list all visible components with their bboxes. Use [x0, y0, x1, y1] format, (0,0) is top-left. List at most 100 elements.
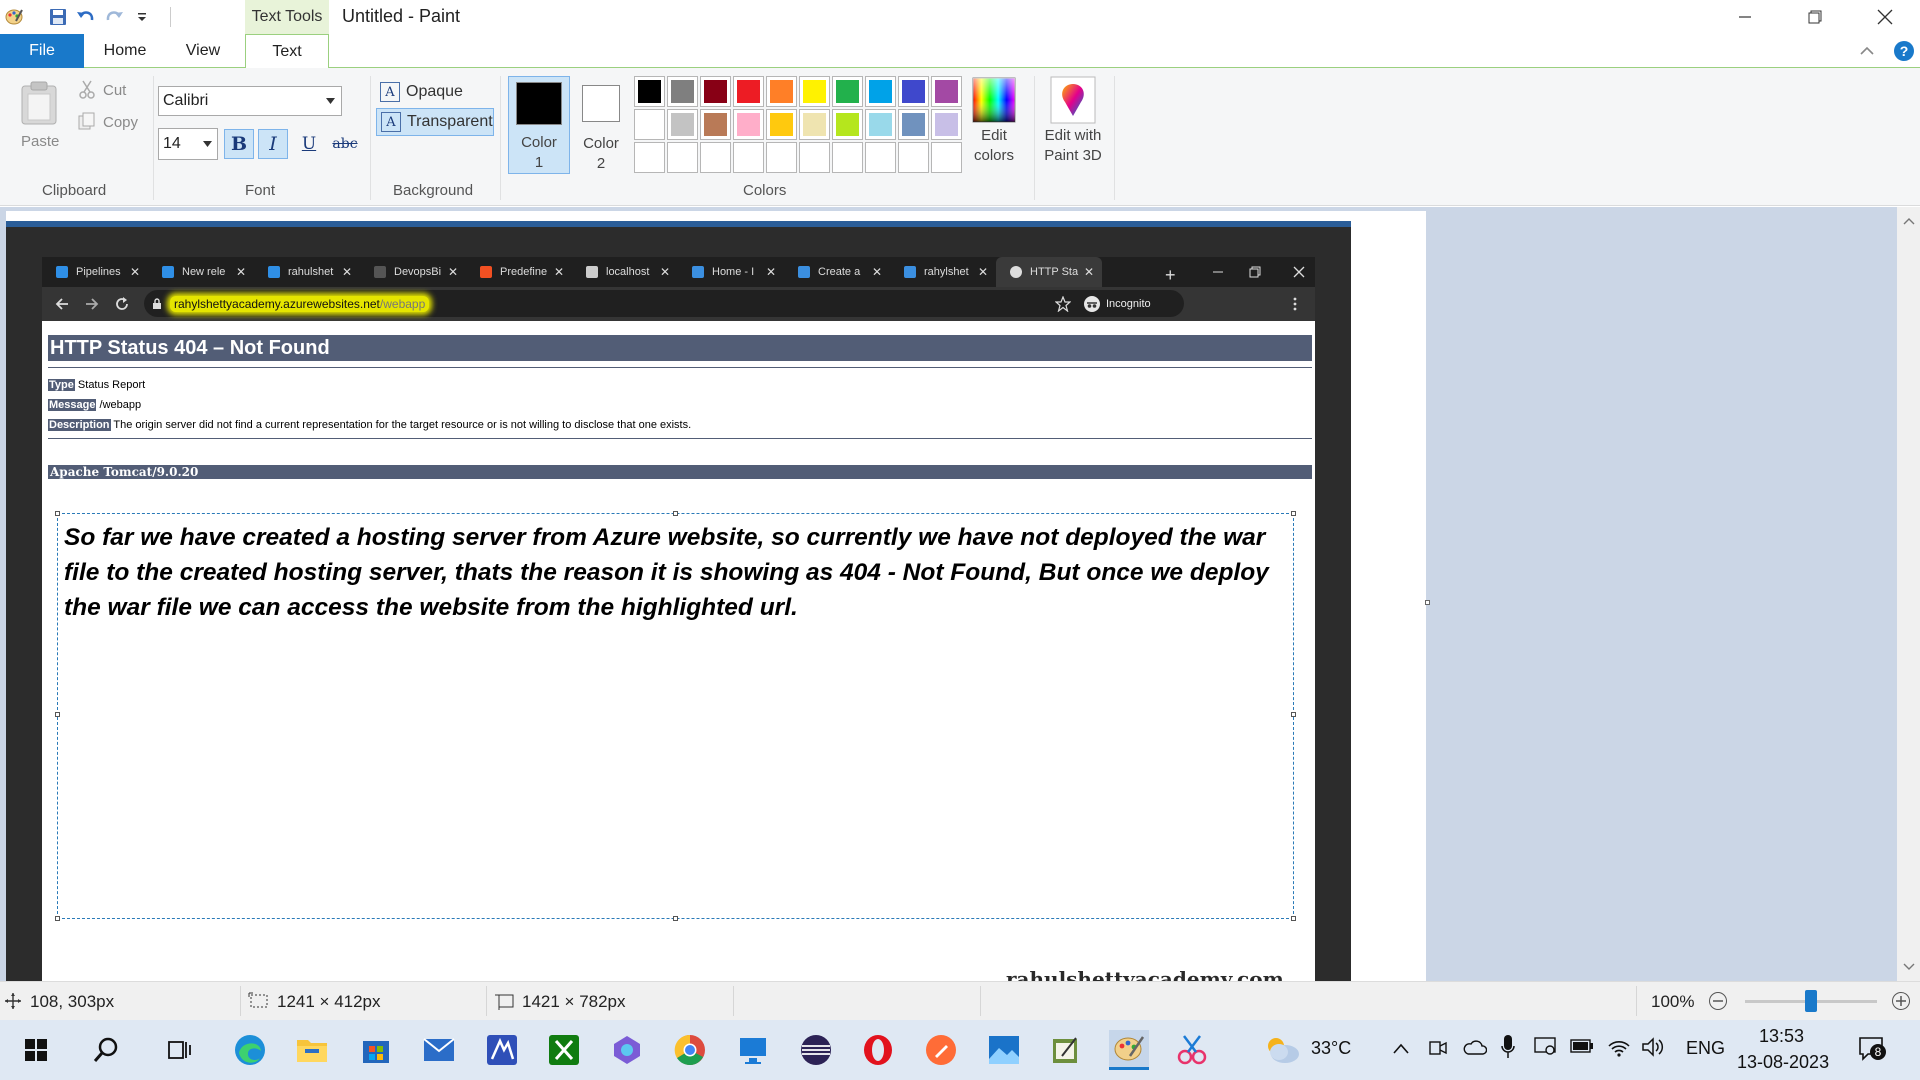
microphone-icon[interactable] — [1501, 1034, 1515, 1060]
zoom-slider-thumb[interactable] — [1805, 990, 1817, 1012]
palette-swatch[interactable] — [667, 109, 698, 140]
palette-swatch[interactable] — [898, 142, 929, 173]
text-box-selection[interactable]: So far we have created a hosting server … — [55, 511, 1296, 921]
edit-with-paint3d-button[interactable]: Edit with Paint 3D — [1036, 76, 1110, 166]
microsoft-store-icon[interactable] — [356, 1030, 396, 1070]
paste-button[interactable]: Paste — [21, 133, 59, 150]
language-indicator[interactable]: ENG — [1686, 1038, 1725, 1059]
notification-center[interactable]: 8 — [1858, 1036, 1886, 1062]
search-icon[interactable] — [86, 1030, 126, 1070]
customize-toolbar-icon[interactable] — [128, 2, 156, 32]
scroll-up-icon[interactable] — [1903, 217, 1915, 225]
snipping-tool-icon[interactable] — [1172, 1030, 1212, 1070]
battery-icon[interactable] — [1570, 1038, 1594, 1054]
remote-desktop-icon[interactable] — [733, 1030, 773, 1070]
meet-now-icon[interactable] — [1428, 1038, 1448, 1058]
file-explorer-icon[interactable] — [292, 1030, 332, 1070]
volume-icon[interactable] — [1641, 1036, 1665, 1058]
copy-icon[interactable] — [78, 112, 96, 134]
undo-icon[interactable] — [72, 2, 100, 32]
resize-handle[interactable] — [1291, 916, 1296, 921]
resize-handle[interactable] — [1291, 511, 1296, 516]
color-2-button[interactable]: Color 2 — [570, 76, 632, 174]
mail-icon[interactable] — [419, 1030, 459, 1070]
clock-date[interactable]: 13-08-2023 — [1737, 1052, 1829, 1073]
zoom-in-icon[interactable] — [1891, 991, 1911, 1011]
palette-swatch[interactable] — [733, 142, 764, 173]
chrome-icon[interactable] — [670, 1030, 710, 1070]
canvas-resize-handle[interactable] — [1425, 600, 1430, 605]
notepad-icon[interactable] — [1046, 1030, 1086, 1070]
palette-swatch[interactable] — [865, 109, 896, 140]
palette-swatch[interactable] — [931, 76, 962, 107]
palette-swatch[interactable] — [898, 76, 929, 107]
transparent-button[interactable]: A Transparent — [376, 108, 494, 136]
canvas[interactable]: Pipelines ✕ New rele ✕ rahulshet ✕ DevopsBi ✕ Pr… — [6, 211, 1426, 988]
text-box-content[interactable]: So far we have created a hosting server … — [64, 520, 1294, 625]
palette-swatch[interactable] — [931, 109, 962, 140]
resize-handle[interactable] — [673, 511, 678, 516]
bold-button[interactable]: B — [224, 129, 254, 159]
palette-swatch[interactable] — [766, 142, 797, 173]
wifi-icon[interactable] — [1607, 1036, 1631, 1058]
palette-swatch[interactable] — [700, 142, 731, 173]
scroll-down-icon[interactable] — [1903, 963, 1915, 971]
zoom-out-icon[interactable] — [1708, 991, 1728, 1011]
resize-handle[interactable] — [673, 916, 678, 921]
resize-handle[interactable] — [55, 916, 60, 921]
edge-icon[interactable] — [230, 1030, 270, 1070]
palette-swatch[interactable] — [865, 76, 896, 107]
postman-icon[interactable] — [921, 1030, 961, 1070]
resize-handle[interactable] — [55, 511, 60, 516]
chevron-up-icon[interactable] — [1393, 1042, 1409, 1054]
help-icon[interactable]: ? — [1893, 40, 1915, 66]
paste-icon[interactable] — [20, 80, 58, 130]
palette-swatch[interactable] — [832, 76, 863, 107]
paint-taskbar-icon[interactable] — [1109, 1030, 1149, 1070]
onedrive-icon[interactable] — [1463, 1038, 1487, 1056]
tab-file[interactable]: File — [0, 34, 84, 68]
cut-button[interactable]: Cut — [103, 82, 126, 99]
palette-swatch[interactable] — [667, 76, 698, 107]
power-automate-icon[interactable] — [482, 1030, 522, 1070]
palette-swatch[interactable] — [931, 142, 962, 173]
cut-icon[interactable] — [78, 80, 96, 104]
palette-swatch[interactable] — [634, 142, 665, 173]
color-1-button[interactable]: Color 1 — [508, 76, 570, 174]
opaque-button[interactable]: A Opaque — [376, 78, 463, 106]
palette-swatch[interactable] — [832, 142, 863, 173]
vertical-scrollbar[interactable] — [1897, 207, 1920, 981]
zoom-slider[interactable] — [1745, 990, 1877, 1012]
underline-button[interactable]: U — [294, 129, 324, 159]
palette-swatch[interactable] — [700, 109, 731, 140]
font-family-dropdown[interactable]: Calibri — [158, 86, 342, 116]
palette-swatch[interactable] — [832, 109, 863, 140]
tab-home[interactable]: Home — [88, 34, 162, 68]
xbox-icon[interactable] — [544, 1030, 584, 1070]
italic-button[interactable]: I — [258, 129, 288, 159]
tab-text[interactable]: Text — [245, 34, 329, 69]
palette-swatch[interactable] — [865, 142, 896, 173]
save-icon[interactable] — [44, 2, 72, 32]
palette-swatch[interactable] — [799, 142, 830, 173]
tab-view[interactable]: View — [168, 34, 238, 68]
restore-button[interactable] — [1780, 0, 1850, 34]
edit-colors-button[interactable]: Edit colors — [964, 76, 1024, 166]
minimize-button[interactable] — [1710, 0, 1780, 34]
palette-swatch[interactable] — [766, 76, 797, 107]
start-button[interactable] — [16, 1030, 56, 1070]
resize-handle[interactable] — [1291, 712, 1296, 717]
copilot-icon[interactable] — [607, 1030, 647, 1070]
task-view-icon[interactable] — [160, 1030, 200, 1070]
palette-swatch[interactable] — [733, 76, 764, 107]
eclipse-icon[interactable] — [796, 1030, 836, 1070]
weather-temperature[interactable]: 33°C — [1311, 1038, 1351, 1059]
resize-handle[interactable] — [55, 712, 60, 717]
palette-swatch[interactable] — [799, 109, 830, 140]
photos-icon[interactable] — [984, 1030, 1024, 1070]
weather-icon[interactable] — [1262, 1032, 1302, 1070]
palette-swatch[interactable] — [634, 76, 665, 107]
palette-swatch[interactable] — [700, 76, 731, 107]
display-settings-icon[interactable] — [1534, 1036, 1558, 1058]
palette-swatch[interactable] — [634, 109, 665, 140]
